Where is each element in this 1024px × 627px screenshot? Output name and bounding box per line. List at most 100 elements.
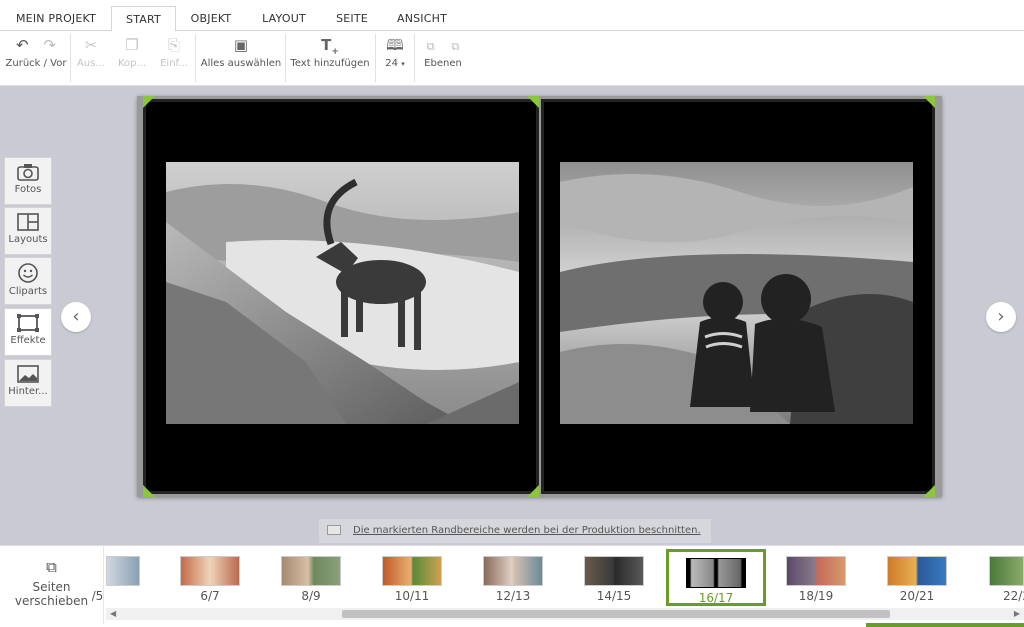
undo-icon[interactable]: ↶ (16, 36, 29, 54)
sidebar-item-cliparts[interactable]: Cliparts (4, 257, 52, 305)
smiley-icon (18, 263, 38, 283)
thumbnail-label: 14/15 (596, 589, 632, 603)
crop-corner-marker (143, 485, 155, 497)
sidebar-item-label: Layouts (8, 234, 48, 245)
thumbnail-scrollbar[interactable]: ◀ ▶ (106, 608, 1024, 620)
trim-notice-text[interactable]: Die markierten Randbereiche werden bei d… (353, 525, 701, 536)
crop-corner-marker (923, 485, 935, 497)
copy-icon: ❐ (125, 36, 139, 54)
add-text-icon: T+ (321, 36, 339, 57)
toolbar: ↶ ↷ Zurück / Vor ✂ Aus... ❐ Kop... ⎘ Ein… (0, 31, 1024, 86)
add-text-button[interactable]: T+ Text hinzufügen (289, 35, 371, 81)
paste-label: Einf... (160, 58, 188, 69)
page-thumbnail-selected[interactable]: 16/17 (666, 549, 766, 606)
sidebar-item-label: Effekte (10, 335, 46, 346)
thumbnail-image (887, 556, 947, 586)
page-thumbnail[interactable]: 14/15 (573, 556, 655, 603)
thumbnail-image (786, 556, 846, 586)
page-thumbnail[interactable]: 18/19 (775, 556, 857, 603)
redo-icon[interactable]: ↷ (43, 36, 56, 54)
thumbnail-label: 4/5 (92, 589, 104, 603)
scroll-right-icon[interactable]: ▶ (1014, 608, 1020, 620)
previous-page-arrow[interactable]: ‹ (61, 302, 91, 332)
layer-forward-icon[interactable]: ⧉ (427, 40, 435, 53)
photobook-spread (137, 96, 942, 497)
crop-corner-marker (923, 96, 935, 108)
crop-corner-marker (527, 485, 539, 497)
sidebar-item-layouts[interactable]: Layouts (4, 207, 52, 255)
select-all-icon: ▣ (233, 36, 249, 54)
move-pages-button[interactable]: ⧉ Seiten verschieben (0, 546, 104, 624)
tab-ansicht[interactable]: ANSICHT (390, 6, 454, 31)
toolbar-divider (195, 34, 196, 82)
layers-label: Ebenen (424, 58, 462, 69)
layout-grid-icon (17, 213, 39, 231)
chevron-right-icon: › (997, 306, 1005, 327)
frame-icon (17, 314, 39, 332)
undo-redo-group: ↶ ↷ Zurück / Vor (4, 35, 68, 81)
mountain-couple-photo-image (560, 162, 913, 424)
thumbnail-label: 6/7 (200, 589, 220, 603)
font-size-dropdown[interactable]: 🕮 24 ▾ (378, 35, 412, 81)
camera-icon (17, 164, 39, 181)
scroll-left-icon[interactable]: ◀ (110, 608, 116, 620)
layers-icons: ⧉ ⧉ (418, 35, 468, 55)
font-size-row: 24 ▾ (378, 58, 412, 69)
thumbnail-image (382, 556, 442, 586)
chevron-left-icon: ‹ (72, 306, 80, 327)
thumbnail-label: 10/11 (394, 589, 430, 603)
mountain-couple-photo[interactable] (560, 162, 913, 424)
thumbnail-label: 8/9 (301, 589, 321, 603)
trim-marker-checkbox[interactable] (327, 525, 341, 535)
page-thumbnail[interactable]: 8/9 (270, 556, 352, 603)
thumbnail-label: 22/23 (1003, 589, 1024, 603)
sidebar-item-fotos[interactable]: Fotos (4, 157, 52, 205)
select-all-label: Alles auswählen (200, 58, 282, 69)
cut-button[interactable]: ✂ Aus... (74, 35, 108, 81)
layers-group[interactable]: ⧉ ⧉ Ebenen (418, 35, 468, 81)
menu-tabs: MEIN PROJEKT START OBJEKT LAYOUT SEITE A… (0, 0, 1024, 32)
toolbar-divider (414, 34, 415, 82)
thumbnail-image (989, 556, 1024, 586)
ibex-photo[interactable] (166, 162, 519, 424)
copy-label: Kop... (117, 58, 147, 69)
font-size-value: 24 (385, 58, 399, 69)
tab-objekt[interactable]: OBJEKT (182, 6, 240, 31)
right-page[interactable] (541, 99, 935, 494)
background-image-icon (17, 365, 39, 383)
paste-button[interactable]: ⎘ Einf... (156, 35, 192, 81)
sidebar-item-label: Hinter... (8, 386, 48, 397)
move-pages-icon: ⧉ (46, 558, 57, 576)
next-page-arrow[interactable]: › (986, 302, 1016, 332)
thumbnail-label: 20/21 (899, 589, 935, 603)
page-thumbnail[interactable]: 20/21 (876, 556, 958, 603)
crop-corner-marker (143, 96, 155, 108)
tab-mein-projekt[interactable]: MEIN PROJEKT (8, 6, 104, 31)
tab-seite[interactable]: SEITE (328, 6, 376, 31)
sidebar-item-hintergrund[interactable]: Hinter... (4, 359, 52, 407)
layer-backward-icon[interactable]: ⧉ (451, 40, 459, 53)
page-thumbnail[interactable]: 12/13 (472, 556, 554, 603)
move-pages-label: verschieben (14, 594, 89, 608)
left-page[interactable] (143, 99, 539, 494)
thumbnail-image (106, 556, 140, 586)
tab-start[interactable]: START (111, 6, 176, 32)
select-all-button[interactable]: ▣ Alles auswählen (200, 35, 282, 81)
scrollbar-handle[interactable] (342, 610, 890, 618)
copy-button[interactable]: ❐ Kop... (115, 35, 149, 81)
thumbnail-label: 12/13 (495, 589, 531, 603)
page-thumbnail[interactable]: 4/5 (92, 556, 142, 603)
thumbnail-image (180, 556, 240, 586)
sidebar-item-label: Fotos (14, 184, 42, 195)
page-thumbnail[interactable]: 22/23 (977, 556, 1024, 603)
page-thumbnail[interactable]: 6/7 (169, 556, 251, 603)
thumbnail-label: 18/19 (798, 589, 834, 603)
page-thumbnail[interactable]: 10/11 (371, 556, 453, 603)
thumbnail-image (281, 556, 341, 586)
paste-icon: ⎘ (167, 36, 180, 54)
thumbnail-image (686, 558, 746, 588)
sidebar-item-effekte[interactable]: Effekte (4, 308, 52, 356)
crop-corner-marker (527, 96, 539, 108)
move-pages-label: Seiten (32, 580, 71, 594)
tab-layout[interactable]: LAYOUT (253, 6, 315, 31)
